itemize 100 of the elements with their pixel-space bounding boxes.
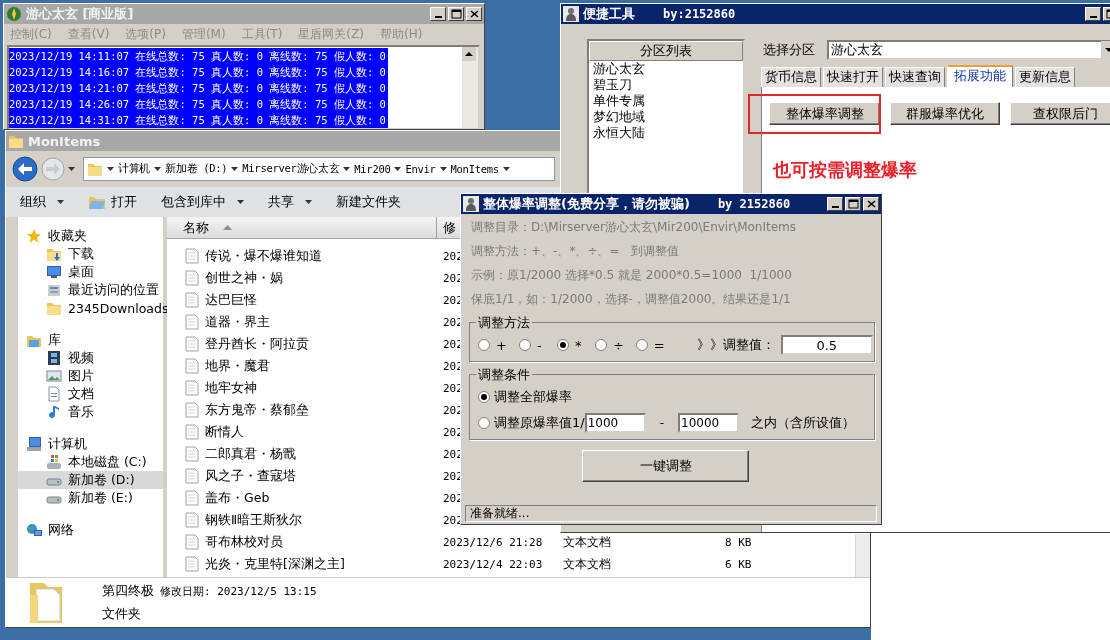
file-name[interactable]: 风之子・查寇塔 [205, 467, 296, 485]
file-name[interactable]: 断情人 [205, 423, 244, 441]
tab[interactable]: 快速打开 [823, 67, 883, 87]
tab[interactable]: 货币信息 [761, 67, 821, 87]
window-subtitle: by 2152860 [717, 197, 791, 211]
nav-item[interactable]: 图片 [18, 367, 163, 385]
group-title: 调整方法 [476, 314, 532, 332]
list-item[interactable]: 梦幻地域 [589, 109, 743, 125]
folder-icon [88, 194, 106, 210]
maximize-button[interactable] [845, 197, 861, 211]
nav-item[interactable]: 本地磁盘 (C:) [18, 453, 163, 471]
nav-item[interactable]: 网络 [18, 521, 163, 539]
breadcrumb[interactable]: MonItems [450, 163, 499, 175]
list-item[interactable]: 游心太玄 [589, 61, 743, 77]
file-name[interactable]: 登丹酋长・阿拉贡 [205, 335, 309, 353]
address-bar[interactable]: 计算机 新加卷 (D:) Mirserver游心太玄 Mir200 Envir MonItems [83, 157, 555, 181]
option-label[interactable]: 调整原爆率值1/ [494, 414, 585, 432]
info-text: 保底1/1，如：1/2000，选择-，调整值2000。结果还是1/1 [471, 291, 791, 308]
zone-dropdown[interactable]: 游心太玄 [827, 40, 1110, 60]
option-label[interactable]: - [536, 337, 545, 353]
toolbar-button[interactable]: 共享 [266, 191, 314, 213]
radio-button[interactable] [556, 339, 569, 351]
action-button[interactable]: 群服爆率优化 [890, 102, 1000, 125]
breadcrumb[interactable]: 计算机 [118, 162, 151, 176]
radio-button[interactable] [478, 391, 490, 403]
breadcrumb[interactable]: 新加卷 (D:) [165, 162, 228, 176]
file-name[interactable]: 地界・魔君 [205, 357, 270, 375]
nav-item[interactable]: 库 [18, 331, 163, 349]
file-name[interactable]: 创世之神・娲 [205, 269, 283, 287]
column-header[interactable]: 修 [437, 217, 456, 238]
caret-icon [231, 167, 239, 171]
list-item[interactable]: 单件专属 [589, 93, 743, 109]
scrollbar[interactable] [855, 534, 870, 577]
toolbar-button[interactable]: 包含到库中 [159, 191, 246, 213]
radio-button[interactable] [594, 339, 607, 351]
action-button[interactable]: 整体爆率调整 [769, 102, 880, 125]
column-header[interactable]: 名称 [167, 217, 437, 238]
toolbar-button[interactable]: 组织 [18, 191, 66, 213]
nav-item[interactable]: 文档 [18, 385, 163, 403]
minimize-button[interactable] [430, 7, 446, 21]
file-icon [185, 534, 199, 550]
minimize-button[interactable] [827, 197, 843, 211]
toolbar-button[interactable]: 打开 [86, 191, 139, 213]
option-label[interactable]: ÷ [612, 337, 624, 353]
list-item[interactable]: 永恒大陆 [589, 125, 743, 141]
action-button[interactable]: 查权限后门 [1010, 102, 1110, 125]
min-field[interactable]: 1000 [584, 413, 646, 433]
radio-button[interactable] [478, 339, 490, 351]
file-name[interactable]: 二郎真君・杨戬 [205, 445, 296, 463]
file-icon [185, 446, 199, 462]
breadcrumb[interactable]: Mirserver游心太玄 [242, 162, 340, 176]
nav-item[interactable]: 新加卷 (E:) [18, 489, 163, 507]
file-name[interactable]: 传说・爆不爆谁知道 [205, 247, 322, 265]
close-button[interactable] [863, 197, 879, 211]
network-icon [26, 522, 42, 538]
file-name[interactable]: 道器・界主 [205, 313, 270, 331]
tab[interactable]: 拓展功能 [947, 65, 1013, 87]
nav-item[interactable]: 计算机 [18, 435, 163, 453]
nav-item[interactable]: 新加卷 (D:) [18, 471, 163, 489]
file-name[interactable]: 钢铁Ⅱ暗王斯狄尔 [205, 511, 303, 529]
file-name[interactable]: 东方鬼帝・蔡郁垒 [205, 401, 309, 419]
tab[interactable]: 更新信息 [1015, 67, 1075, 87]
nav-item[interactable]: 音乐 [18, 403, 163, 421]
option-label[interactable]: * [574, 337, 583, 353]
file-name[interactable]: 哥布林校对员 [205, 533, 283, 551]
file-name[interactable]: 盖布・Geb [205, 489, 270, 507]
size-cell: 6 KB [725, 557, 752, 571]
option-label[interactable]: = [653, 337, 665, 353]
maximize-icon [846, 198, 860, 210]
caret-icon [305, 200, 312, 204]
file-name[interactable]: 地牢女神 [205, 379, 257, 397]
nav-item[interactable]: 桌面 [18, 263, 163, 281]
file-icon [185, 556, 199, 572]
breadcrumb[interactable]: Mir200 [354, 163, 391, 175]
adjust-button[interactable]: 一键调整 [582, 450, 749, 482]
radio-button[interactable] [478, 417, 490, 429]
file-name[interactable]: 达巴巨怪 [205, 291, 257, 309]
scrollbar[interactable] [462, 47, 478, 128]
caret-icon [394, 167, 402, 171]
option-label[interactable]: 调整全部爆率 [494, 388, 572, 406]
radio-button[interactable] [518, 339, 531, 351]
tab[interactable]: 快速查询 [885, 67, 945, 87]
option-label[interactable]: + [496, 337, 507, 353]
folder-icon [46, 300, 62, 316]
size-cell: 8 KB [725, 535, 752, 549]
breadcrumb[interactable]: Envir [405, 163, 436, 175]
radio-button[interactable] [635, 339, 648, 351]
nav-item[interactable]: 收藏夹 [18, 227, 163, 245]
value-field[interactable]: 0.5 [780, 335, 873, 355]
nav-item[interactable]: 最近访问的位置 [18, 281, 163, 299]
nav-item[interactable]: 下载 [18, 245, 163, 263]
max-field[interactable]: 10000 [678, 413, 739, 433]
file-name[interactable]: 光炎・克里特[深渊之主] [205, 555, 345, 573]
close-button[interactable] [466, 7, 482, 21]
maximize-button[interactable] [448, 7, 464, 21]
type-cell: 文本文档 [563, 555, 611, 573]
toolbar-button[interactable]: 新建文件夹 [334, 191, 403, 213]
nav-item[interactable]: 视频 [18, 349, 163, 367]
minimize-button[interactable] [1085, 7, 1101, 21]
list-item[interactable]: 碧玉刀 [589, 77, 743, 93]
